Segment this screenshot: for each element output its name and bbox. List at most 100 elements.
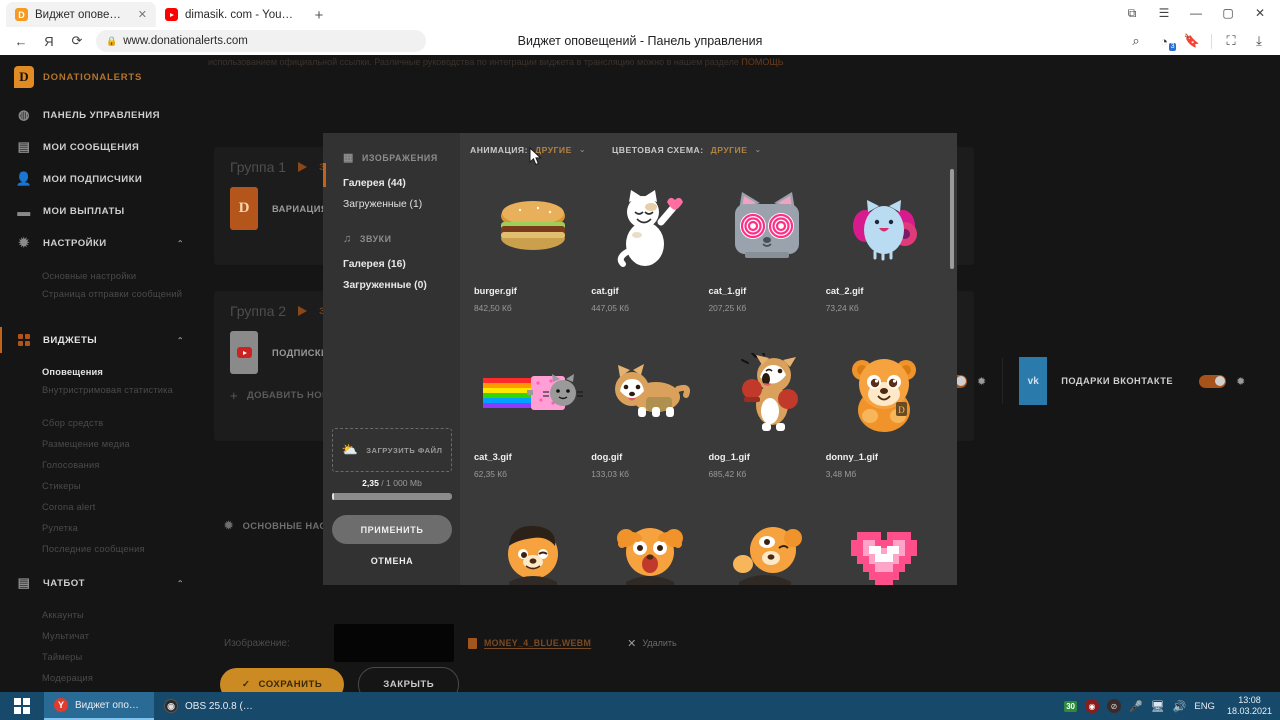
- sidebar-subitem-timers[interactable]: Таймеры: [0, 646, 200, 667]
- modal-item-gallery-sounds[interactable]: Галерея (16): [323, 254, 460, 275]
- profile-icon[interactable]: ◔: [1151, 29, 1177, 53]
- toggle-vk[interactable]: [1199, 374, 1227, 388]
- cancel-button[interactable]: ОТМЕНА: [332, 552, 452, 570]
- sidebar-subitem-main-settings[interactable]: Основные настройки: [0, 265, 200, 286]
- tray-icon-block[interactable]: ⊘: [1106, 699, 1121, 713]
- sidebar-subitem-alerts[interactable]: Оповещения: [0, 361, 200, 382]
- help-link[interactable]: ПОМОЩЬ: [741, 57, 783, 67]
- microphone-icon[interactable]: 🎤: [1129, 700, 1143, 713]
- gallery-item[interactable]: cat_1.gif 207,25 Кб: [709, 166, 826, 332]
- sidebar-item-dashboard[interactable]: ◍ ПАНЕЛЬ УПРАВЛЕНИЯ: [0, 99, 200, 131]
- modal-item-uploaded-images[interactable]: Загруженные (1): [323, 194, 460, 215]
- volume-icon[interactable]: 🔊: [1173, 700, 1187, 713]
- gallery-item[interactable]: dog_1.gif 685,42 Кб: [709, 332, 826, 498]
- brand-name: DONATIONALERTS: [43, 71, 143, 83]
- chevron-up-icon[interactable]: ⌃: [177, 336, 184, 345]
- modal-item-uploaded-sounds[interactable]: Загруженные (0): [323, 275, 460, 296]
- gallery-item[interactable]: cat_2.gif 73,24 Кб: [826, 166, 943, 332]
- delete-button[interactable]: ✕ Удалить: [627, 637, 677, 650]
- gallery-item[interactable]: cat.gif 447,05 Кб: [591, 166, 708, 332]
- menu-icon[interactable]: ☰: [1148, 2, 1180, 24]
- chevron-up-icon[interactable]: ⌃: [177, 579, 184, 588]
- image-preview[interactable]: [334, 624, 454, 662]
- divider: [1002, 358, 1004, 404]
- gallery-item[interactable]: [826, 498, 943, 585]
- group-title: Группа 1: [230, 159, 287, 175]
- brand[interactable]: D DONATIONALERTS: [0, 55, 200, 99]
- gallery-item[interactable]: [709, 498, 826, 585]
- close-button[interactable]: ЗАКРЫТЬ: [358, 667, 460, 692]
- sidebar-subitem-stream-stats[interactable]: Внутристримовая статистика: [0, 382, 200, 412]
- sidebar-item-widgets[interactable]: ВИДЖЕТЫ ⌃: [0, 324, 200, 356]
- close-icon[interactable]: ✕: [138, 8, 147, 21]
- scrollbar-thumb[interactable]: [950, 169, 954, 269]
- gallery-item[interactable]: burger.gif 842,50 Кб: [474, 166, 591, 332]
- gear-icon[interactable]: ✹: [1236, 375, 1245, 388]
- apply-button[interactable]: ПРИМЕНИТЬ: [332, 515, 452, 544]
- downloads-icon[interactable]: ⤓: [1246, 29, 1272, 53]
- taskbar-item-obs[interactable]: ◉ OBS 25.0.8 (64-bit, ...: [154, 692, 264, 720]
- tray-icon-30[interactable]: 30: [1064, 700, 1077, 712]
- reload-icon[interactable]: ⟳: [64, 29, 90, 53]
- collections-icon[interactable]: ⛶: [1218, 29, 1244, 53]
- tray-icon-record[interactable]: ◉: [1084, 699, 1099, 713]
- browser-tab-0[interactable]: D Виджет оповещений - ✕: [6, 2, 156, 27]
- save-label: СОХРАНИТЬ: [258, 679, 323, 690]
- filter-label: ЦВЕТОВАЯ СХЕМА:: [612, 144, 704, 155]
- gallery-item[interactable]: [474, 498, 591, 585]
- sidebar-subitem-polls[interactable]: Голосования: [0, 454, 200, 475]
- clock-date: 18.03.2021: [1226, 706, 1272, 716]
- sidebar-item-chatbot[interactable]: ▤ ЧАТБОТ ⌃: [0, 567, 200, 599]
- sidebar-subitem-stickers[interactable]: Стикеры: [0, 475, 200, 496]
- file-size: 685,42 Кб: [708, 469, 747, 479]
- yandex-icon[interactable]: Я: [36, 29, 62, 53]
- play-icon[interactable]: [298, 162, 308, 172]
- sidebar-subitem-multichat[interactable]: Мультичат: [0, 625, 200, 646]
- sidebar-subitem-corona-alert[interactable]: Corona alert: [0, 496, 200, 517]
- gallery-item[interactable]: cat_3.gif 62,35 Кб: [474, 332, 591, 498]
- network-icon[interactable]: 🖥: [1151, 700, 1165, 713]
- back-icon[interactable]: ←: [8, 29, 34, 53]
- sidebar-subitem-moderation[interactable]: Модерация: [0, 667, 200, 688]
- file-link[interactable]: MONEY_4_BLUE.WEBM: [468, 637, 591, 649]
- chevron-down-icon[interactable]: ⌄: [579, 145, 586, 154]
- pixel-heart-icon: [826, 504, 943, 585]
- new-tab-button[interactable]: +: [306, 3, 332, 27]
- sidebar-item-payouts[interactable]: ▬ МОИ ВЫПЛАТЫ: [0, 195, 200, 227]
- color-scheme-filter[interactable]: ЦВЕТОВАЯ СХЕМА: ДРУГИЕ ⌄: [612, 145, 762, 155]
- gallery-item[interactable]: dog.gif 133,03 Кб: [591, 332, 708, 498]
- gear-icon[interactable]: ✹: [977, 375, 986, 388]
- clock[interactable]: 13:08 18.03.2021: [1223, 695, 1272, 717]
- gallery-item[interactable]: D donny_1.gif 3,48 Мб: [826, 332, 943, 498]
- sidebar-subitem-last-messages[interactable]: Последние сообщения: [0, 538, 200, 559]
- sidebar-subitem-send-page[interactable]: Страница отправки сообщений: [0, 286, 200, 316]
- sidebar-subitem-media[interactable]: Размещение медиа: [0, 433, 200, 454]
- start-button[interactable]: [0, 692, 44, 720]
- chevron-down-icon[interactable]: ⌄: [754, 145, 761, 154]
- taskbar-item-browser[interactable]: Y Виджет оповещен...: [44, 692, 154, 720]
- maximize-icon[interactable]: ▢: [1212, 2, 1244, 24]
- tab-title: dimasik. com - YouTube: [185, 8, 297, 21]
- close-icon[interactable]: ✕: [1244, 2, 1276, 24]
- gallery-scrollbar[interactable]: [950, 169, 954, 537]
- sidebar-subitem-accounts[interactable]: Аккаунты: [0, 604, 200, 625]
- language-indicator[interactable]: ENG: [1194, 701, 1215, 712]
- search-icon[interactable]: ⌕: [1123, 29, 1149, 53]
- sidebar-item-subscribers[interactable]: 👤 МОИ ПОДПИСЧИКИ: [0, 163, 200, 195]
- minimize-icon[interactable]: —: [1180, 2, 1212, 24]
- gallery-item[interactable]: [591, 498, 708, 585]
- taskbar-item-label: OBS 25.0.8 (64-bit, ...: [185, 700, 254, 712]
- modal-item-gallery-images[interactable]: Галерея (44): [323, 173, 460, 194]
- play-icon[interactable]: [298, 306, 308, 316]
- bookmark-icon[interactable]: 🔖: [1179, 29, 1205, 53]
- sidebar-subitem-fundraising[interactable]: Сбор средств: [0, 412, 200, 433]
- chevron-up-icon[interactable]: ⌃: [177, 239, 184, 248]
- upload-file-button[interactable]: ⛅ ЗАГРУЗИТЬ ФАЙЛ: [332, 428, 452, 472]
- save-button[interactable]: ✓ СОХРАНИТЬ: [220, 668, 345, 692]
- collections-icon[interactable]: ⧉: [1116, 2, 1148, 24]
- browser-tab-1[interactable]: dimasik. com - YouTube: [156, 2, 306, 27]
- sidebar-item-settings[interactable]: ✹ НАСТРОЙКИ ⌃: [0, 227, 200, 259]
- sidebar-item-messages[interactable]: ▤ МОИ СООБЩЕНИЯ: [0, 131, 200, 163]
- sidebar-subitem-roulette[interactable]: Рулетка: [0, 517, 200, 538]
- address-bar[interactable]: 🔒 www.donationalerts.com: [96, 30, 426, 52]
